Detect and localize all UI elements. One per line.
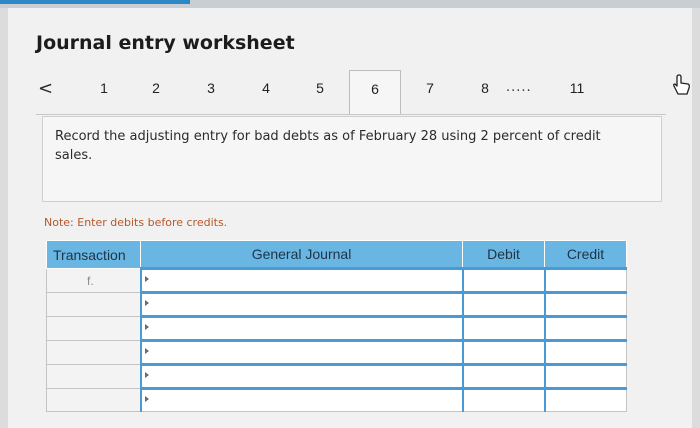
note-text: Note: Enter debits before credits.	[44, 216, 228, 229]
table-row	[46, 363, 627, 389]
transaction-cell	[46, 388, 141, 412]
transaction-cell	[46, 340, 141, 365]
credit-input[interactable]	[543, 291, 627, 317]
dropdown-caret-icon	[144, 396, 149, 402]
tab-7[interactable]: 7	[410, 80, 450, 96]
debit-input[interactable]	[461, 363, 545, 389]
table-row	[46, 339, 627, 365]
dropdown-caret-icon	[144, 372, 149, 378]
debit-input[interactable]	[461, 291, 545, 317]
transaction-cell	[46, 316, 141, 341]
general-journal-select[interactable]	[139, 315, 463, 341]
journal-table: Transaction General Journal Debit Credit…	[46, 240, 627, 412]
dropdown-caret-icon	[144, 300, 149, 306]
tab-5[interactable]: 5	[300, 80, 340, 96]
general-journal-select[interactable]	[139, 363, 463, 389]
credit-input[interactable]	[543, 315, 627, 341]
general-journal-select[interactable]	[139, 339, 463, 365]
credit-input[interactable]	[543, 363, 627, 389]
table-row	[46, 315, 627, 341]
top-bar	[0, 0, 700, 8]
transaction-header: Transaction	[46, 240, 141, 269]
debit-input[interactable]	[461, 267, 545, 293]
debit-input[interactable]	[461, 387, 545, 412]
table-row	[46, 387, 627, 412]
tab-11[interactable]: 11	[557, 80, 597, 96]
general-journal-header: General Journal	[140, 240, 463, 269]
general-journal-select[interactable]	[139, 267, 463, 293]
chevron-left-icon[interactable]: <	[38, 78, 53, 99]
table-header-row: Transaction General Journal Debit Credit	[46, 240, 627, 269]
credit-header: Credit	[544, 240, 627, 269]
tab-1[interactable]: 1	[84, 80, 124, 96]
debit-header: Debit	[462, 240, 545, 269]
dropdown-caret-icon	[144, 276, 149, 282]
transaction-cell: f.	[46, 268, 141, 293]
instruction-text: Record the adjusting entry for bad debts…	[55, 129, 601, 163]
page-title: Journal entry worksheet	[36, 32, 295, 54]
tab-6-label: 6	[371, 81, 379, 97]
tab-8[interactable]: 8	[465, 80, 505, 96]
transaction-cell	[46, 364, 141, 389]
tabs-ellipsis: .....	[506, 80, 532, 95]
general-journal-select[interactable]	[139, 291, 463, 317]
debit-input[interactable]	[461, 315, 545, 341]
dropdown-caret-icon	[144, 324, 149, 330]
dropdown-caret-icon	[144, 348, 149, 354]
tab-6-active[interactable]: 6	[349, 70, 401, 115]
top-bar-accent	[0, 0, 190, 4]
credit-input[interactable]	[543, 267, 627, 293]
table-row: f.	[46, 267, 627, 293]
tab-3[interactable]: 3	[191, 80, 231, 96]
general-journal-select[interactable]	[139, 387, 463, 412]
credit-input[interactable]	[543, 387, 627, 412]
hand-pointer-icon	[673, 74, 690, 95]
tabs-divider	[36, 114, 666, 115]
debit-input[interactable]	[461, 339, 545, 365]
credit-input[interactable]	[543, 339, 627, 365]
tab-4[interactable]: 4	[246, 80, 286, 96]
table-row	[46, 291, 627, 317]
tab-2[interactable]: 2	[136, 80, 176, 96]
transaction-cell	[46, 292, 141, 317]
transaction-label: f.	[87, 273, 94, 288]
instruction-box: Record the adjusting entry for bad debts…	[42, 116, 662, 202]
